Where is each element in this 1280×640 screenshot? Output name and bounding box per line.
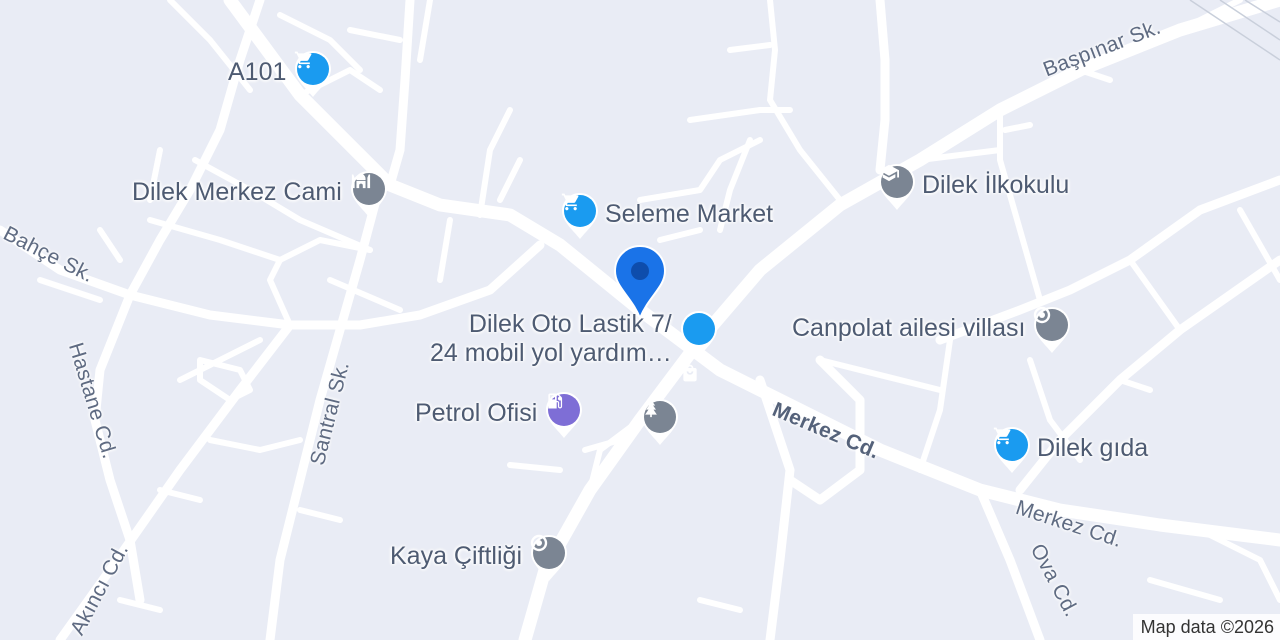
poi-dilek-merkez-cami-label: Dilek Merkez Cami: [132, 177, 342, 206]
poi-dilek-ilkokulu-pin[interactable]: [878, 163, 916, 210]
poi-kaya-ciftligi-pin[interactable]: [530, 534, 568, 581]
poi-canpolat-label: Canpolat ailesi villası: [792, 313, 1026, 342]
poi-seleme-market-pin[interactable]: [561, 192, 599, 239]
school-icon: [878, 163, 916, 201]
poi-park[interactable]: [641, 398, 679, 445]
poi-dilek-merkez-cami[interactable]: Dilek Merkez Cami: [132, 170, 388, 217]
location-marker-icon[interactable]: [613, 244, 667, 321]
place-icon: [1033, 306, 1071, 344]
shopping-bag-icon: [680, 363, 718, 388]
poi-a101-pin[interactable]: [294, 50, 332, 97]
poi-seleme-market-label: Seleme Market: [605, 199, 774, 228]
poi-dilek-oto-lastik-pin[interactable]: [680, 310, 718, 388]
poi-a101[interactable]: A101: [228, 50, 332, 97]
park-icon: [641, 398, 679, 436]
poi-kaya-ciftligi-label: Kaya Çiftliği: [390, 541, 522, 570]
gas-station-icon: [545, 391, 583, 429]
place-icon: [530, 534, 568, 572]
poi-dilek-gida-label: Dilek gıda: [1037, 433, 1149, 462]
poi-seleme-market[interactable]: Seleme Market: [561, 192, 774, 239]
poi-kaya-ciftligi[interactable]: Kaya Çiftliği: [390, 534, 568, 581]
poi-petrol-ofisi-pin[interactable]: [545, 391, 583, 438]
poi-dilek-merkez-cami-pin[interactable]: [350, 170, 388, 217]
poi-dilek-oto-lastik-label-line2: 24 mobil yol yardım…: [430, 339, 672, 367]
poi-petrol-ofisi-label: Petrol Ofisi: [415, 398, 538, 427]
poi-dilek-ilkokulu-label: Dilek İlkokulu: [922, 170, 1070, 199]
poi-dilek-gida[interactable]: Dilek gıda: [993, 426, 1149, 473]
map-attribution[interactable]: Map data ©2026: [1132, 614, 1280, 640]
shopping-cart-icon: [993, 426, 1031, 464]
poi-dilek-oto-lastik[interactable]: Dilek Oto Lastik 7/ 24 mobil yol yardım…: [430, 310, 718, 388]
poi-canpolat[interactable]: Canpolat ailesi villası: [792, 306, 1071, 353]
poi-petrol-ofisi[interactable]: Petrol Ofisi: [415, 391, 583, 438]
poi-dilek-gida-pin[interactable]: [993, 426, 1031, 473]
poi-dilek-ilkokulu[interactable]: Dilek İlkokulu: [878, 163, 1070, 210]
shopping-cart-icon: [294, 50, 332, 88]
poi-park-pin[interactable]: [641, 398, 679, 445]
map-canvas[interactable]: Bahçe Sk. Başpınar Sk. Hastane Cd. Santr…: [0, 0, 1280, 640]
mosque-icon: [350, 170, 388, 208]
shopping-cart-icon: [561, 192, 599, 230]
poi-canpolat-pin[interactable]: [1033, 306, 1071, 353]
poi-a101-label: A101: [228, 57, 287, 86]
